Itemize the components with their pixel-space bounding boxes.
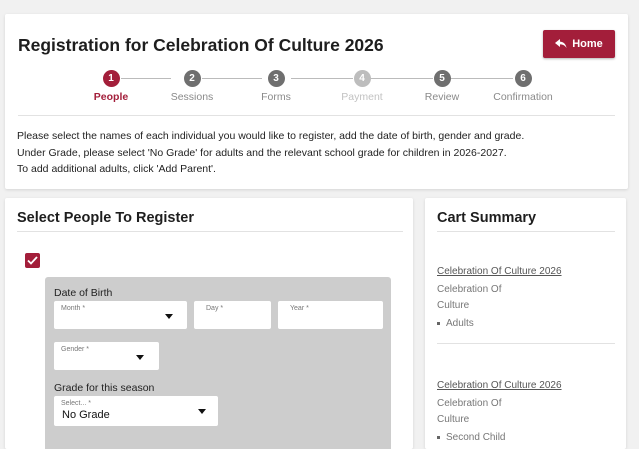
cart-summary-card: Cart Summary Celebration Of Culture 2026… xyxy=(425,198,626,449)
chevron-down-icon xyxy=(136,355,144,360)
section-title: Cart Summary xyxy=(437,210,537,226)
registration-header-card: Registration for Celebration Of Culture … xyxy=(5,14,628,189)
dob-label: Date of Birth xyxy=(54,287,113,299)
step-payment: 4 Payment xyxy=(317,70,407,103)
cart-event-name: Celebration Of xyxy=(437,398,502,409)
page-title: Registration for Celebration Of Culture … xyxy=(18,35,384,55)
chevron-down-icon xyxy=(165,314,173,319)
section-divider xyxy=(437,231,615,232)
cart-registrant: Second Child xyxy=(437,432,505,443)
cart-event-name: Celebration Of xyxy=(437,284,502,295)
grade-value: No Grade xyxy=(62,409,110,421)
cart-event-name: Culture xyxy=(437,300,470,311)
select-people-card: Select People To Register Date of Birth … xyxy=(5,198,413,449)
person-checkbox[interactable] xyxy=(25,253,40,268)
step-label: Review xyxy=(424,91,460,103)
instruction-line: Please select the names of each individu… xyxy=(17,130,525,142)
step-review[interactable]: 5 Review xyxy=(397,70,487,103)
bullet-icon xyxy=(437,436,440,439)
step-label: Payment xyxy=(341,91,383,103)
year-input[interactable]: Year * xyxy=(278,301,383,329)
cart-registrant-name: Second Child xyxy=(446,432,506,443)
chevron-down-icon xyxy=(198,409,206,414)
section-title: Select People To Register xyxy=(17,210,195,226)
cart-registrant: Adults xyxy=(437,318,474,329)
grade-placeholder: Select... * xyxy=(61,400,91,407)
step-number: 5 xyxy=(433,70,451,87)
step-number: 1 xyxy=(102,70,120,87)
day-placeholder: Day * xyxy=(206,305,224,312)
home-button-label: Home xyxy=(572,38,603,50)
grade-label: Grade for this season xyxy=(54,382,155,394)
instructions: Please select the names of each individu… xyxy=(17,128,524,178)
bullet-icon xyxy=(437,322,440,325)
cart-divider xyxy=(437,343,615,344)
cart-event-link[interactable]: Celebration Of Culture 2026 xyxy=(437,380,562,391)
step-label: People xyxy=(93,91,129,103)
person-details-panel: Date of Birth Month * Day * Year * Gende… xyxy=(45,277,391,449)
header-divider xyxy=(18,115,615,116)
check-icon xyxy=(27,256,38,265)
step-number: 6 xyxy=(514,70,532,87)
registration-stepper: 1 People 2 Sessions 3 Forms 4 Payment 5 … xyxy=(5,66,628,112)
section-divider xyxy=(17,231,403,232)
year-placeholder: Year * xyxy=(290,305,309,312)
step-label: Forms xyxy=(261,91,291,103)
home-button[interactable]: Home xyxy=(543,30,615,58)
grade-select[interactable]: Select... * No Grade xyxy=(54,396,218,426)
step-label: Sessions xyxy=(170,91,214,103)
step-confirmation[interactable]: 6 Confirmation xyxy=(478,70,568,103)
step-people[interactable]: 1 People xyxy=(66,70,156,103)
step-sessions[interactable]: 2 Sessions xyxy=(147,70,237,103)
back-arrow-icon xyxy=(555,39,567,48)
month-placeholder: Month * xyxy=(61,305,86,312)
step-label: Confirmation xyxy=(493,91,553,103)
step-number: 4 xyxy=(353,70,371,87)
cart-event-link[interactable]: Celebration Of Culture 2026 xyxy=(437,266,562,277)
day-input[interactable]: Day * xyxy=(194,301,271,329)
gender-select[interactable]: Gender * xyxy=(54,342,159,370)
gender-placeholder: Gender * xyxy=(61,346,90,353)
step-number: 2 xyxy=(183,70,201,87)
instruction-line: To add additional adults, click 'Add Par… xyxy=(17,163,216,175)
step-forms[interactable]: 3 Forms xyxy=(231,70,321,103)
instruction-line: Under Grade, please select 'No Grade' fo… xyxy=(17,146,507,159)
cart-registrant-name: Adults xyxy=(446,318,474,329)
step-number: 3 xyxy=(267,70,285,87)
month-select[interactable]: Month * xyxy=(54,301,187,329)
cart-event-name: Culture xyxy=(437,414,470,425)
